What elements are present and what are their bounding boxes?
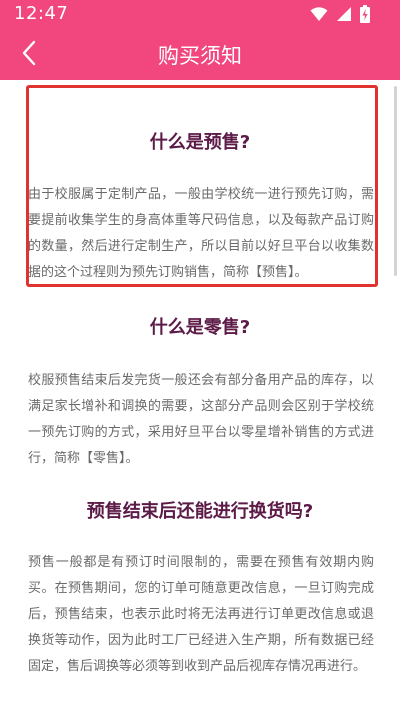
battery-charging-icon — [360, 5, 370, 23]
title-bar: 购买须知 — [0, 28, 400, 80]
section-title-exchange: 预售结束后还能进行换货吗? — [86, 501, 314, 522]
section-title-presale: 什么是预售? — [149, 132, 251, 153]
page-title: 购买须知 — [158, 44, 242, 68]
section-title-retail: 什么是零售? — [149, 317, 251, 338]
status-bar: 12:47 — [0, 0, 400, 28]
status-time: 12:47 — [14, 3, 69, 24]
cell-signal-icon — [337, 7, 351, 21]
app-header: 12:47 购买须知 — [0, 0, 400, 80]
bottom-fade — [0, 697, 400, 711]
wifi-icon — [310, 7, 328, 21]
section-body-retail: 校服预售结束后发完货一般还会有部分备用产品的库存，以满足家长增补和调换的需要，这… — [28, 373, 374, 466]
status-icons — [310, 5, 370, 23]
section-body-exchange: 预售一般都是有预订时间限制的，需要在预售有效期内购买。在预售期间，您的订单可随意… — [28, 555, 374, 674]
notice-content[interactable]: 什么是预售? 由于校服属于定制产品，一般由学校统一进行预先订购，需要提前收集学生… — [0, 80, 400, 711]
scrollbar[interactable] — [394, 86, 397, 276]
section-body-presale: 由于校服属于定制产品，一般由学校统一进行预先订购，需要提前收集学生的身高体重等尺… — [28, 187, 374, 280]
